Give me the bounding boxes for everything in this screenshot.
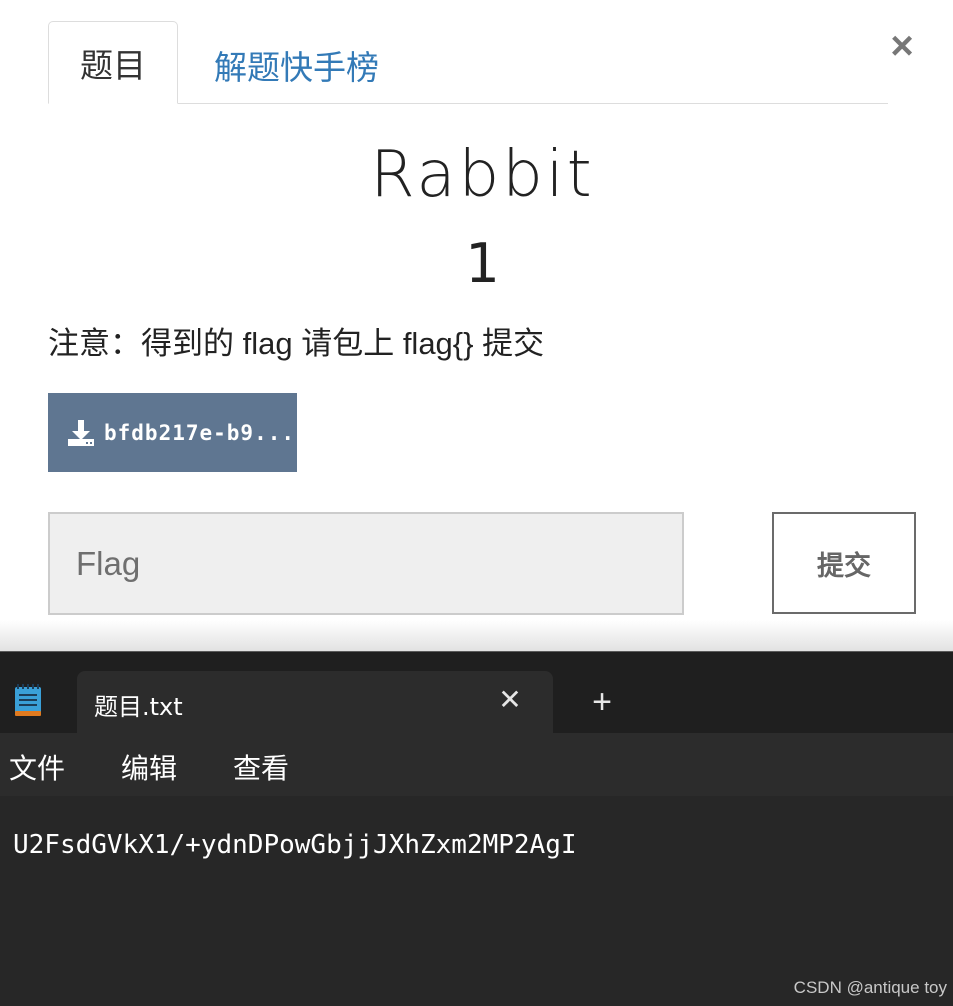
tab-solves[interactable]: 解题快手榜 (214, 40, 379, 90)
notepad-window: 题目.txt ✕ + 文件 编辑 查看 U2FsdGVkX1/+ydnDPowG… (0, 651, 953, 1006)
tab-challenge[interactable]: 题目 (48, 21, 178, 104)
flag-input[interactable] (48, 512, 684, 615)
download-file-button[interactable]: bfdb217e-b9... (48, 393, 297, 472)
challenge-description: 注意：得到的 flag 请包上 flag{} 提交 (48, 326, 545, 361)
notepad-titlebar: 题目.txt ✕ + (0, 652, 953, 733)
notepad-tab-title: 题目.txt (94, 693, 183, 721)
notepad-icon (15, 684, 41, 716)
challenge-name: Rabbit (370, 138, 595, 212)
close-tab-icon[interactable]: ✕ (497, 683, 523, 717)
download-file-name: bfdb217e-b9... (104, 420, 296, 445)
new-tab-icon[interactable]: + (588, 682, 616, 722)
shadow-divider (0, 620, 953, 652)
close-icon[interactable]: × (884, 26, 920, 66)
download-icon (68, 419, 94, 446)
notepad-file-tab[interactable]: 题目.txt ✕ (77, 671, 553, 733)
watermark: CSDN @antique toy (793, 978, 947, 997)
submit-button[interactable]: 提交 (772, 512, 916, 614)
challenge-modal: 题目 解题快手榜 × Rabbit 1 注意：得到的 flag 请包上 flag… (0, 0, 953, 650)
menu-edit[interactable]: 编辑 (121, 747, 177, 787)
challenge-value: 1 (465, 232, 500, 295)
notepad-menubar: 文件 编辑 查看 (0, 733, 953, 796)
menu-view[interactable]: 查看 (233, 747, 289, 787)
menu-file[interactable]: 文件 (9, 747, 65, 787)
notepad-text-content[interactable]: U2FsdGVkX1/+ydnDPowGbjjJXhZxm2MP2AgI (13, 830, 577, 860)
